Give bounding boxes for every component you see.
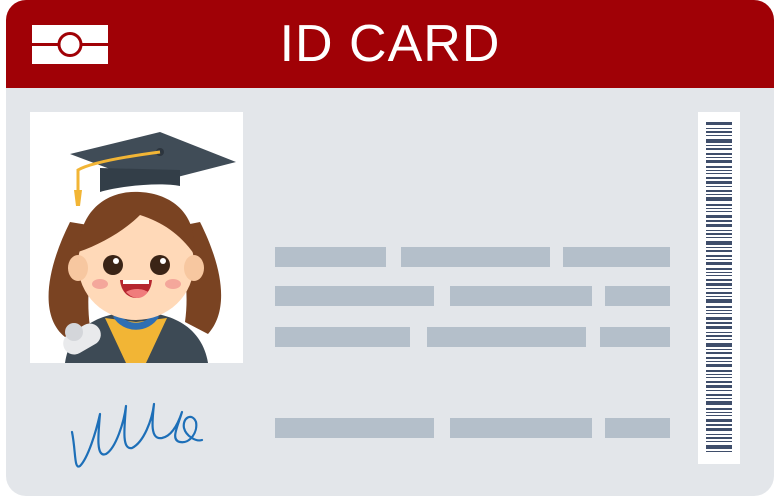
info-row-4-field-2 bbox=[450, 418, 592, 438]
barcode-stripe bbox=[706, 215, 732, 218]
barcode-stripe bbox=[706, 145, 732, 146]
profile-photo bbox=[30, 112, 243, 363]
barcode-stripe bbox=[706, 224, 732, 227]
barcode-stripe bbox=[706, 401, 732, 405]
card-header: ID CARD bbox=[6, 0, 774, 88]
info-row-3-field-3 bbox=[600, 327, 670, 347]
info-row-1-field-2 bbox=[401, 247, 550, 267]
barcode-stripe bbox=[706, 424, 732, 426]
barcode-stripe bbox=[706, 122, 732, 125]
barcode-stripe bbox=[706, 343, 732, 347]
barcode-stripe bbox=[706, 296, 732, 297]
barcode-stripe bbox=[706, 259, 732, 260]
barcode-stripe bbox=[706, 128, 732, 129]
signature-scribble bbox=[70, 402, 204, 468]
barcode-stripe bbox=[706, 441, 732, 442]
barcode-stripe bbox=[706, 437, 732, 439]
barcode-stripe bbox=[706, 208, 732, 209]
barcode-stripe bbox=[706, 326, 732, 329]
barcode-stripe bbox=[706, 186, 732, 187]
barcode-stripe bbox=[706, 364, 732, 367]
barcode-stripe bbox=[706, 131, 732, 133]
barcode-stripe bbox=[706, 279, 732, 281]
barcode bbox=[698, 112, 740, 464]
barcode-stripe bbox=[706, 177, 732, 179]
barcode-stripe bbox=[706, 332, 732, 333]
info-row-2-field-1 bbox=[275, 286, 434, 306]
barcode-stripe bbox=[706, 170, 732, 171]
barcode-stripe bbox=[706, 190, 732, 192]
barcode-stripe bbox=[706, 313, 732, 314]
barcode-stripe bbox=[706, 148, 732, 150]
barcode-stripe bbox=[706, 374, 732, 375]
barcode-stripe bbox=[706, 255, 732, 257]
barcode-stripe bbox=[706, 419, 732, 422]
barcode-stripe bbox=[706, 322, 732, 324]
card-title: ID CARD bbox=[279, 15, 501, 73]
info-row-2-field-2 bbox=[450, 286, 592, 306]
info-row-3-field-1 bbox=[275, 327, 410, 347]
barcode-stripe bbox=[706, 153, 732, 155]
barcode-stripe bbox=[706, 390, 732, 391]
barcode-stripe bbox=[706, 272, 732, 273]
barcode-stripe bbox=[706, 230, 732, 231]
barcode-stripe bbox=[706, 220, 732, 222]
barcode-stripe bbox=[706, 194, 732, 195]
graduate-portrait bbox=[48, 132, 236, 363]
barcode-stripe bbox=[706, 335, 732, 337]
info-row-3-field-2 bbox=[427, 327, 586, 347]
barcode-stripe bbox=[706, 173, 732, 174]
barcode-stripe bbox=[706, 157, 732, 158]
info-row-4-field-1 bbox=[275, 418, 434, 438]
barcode-stripe bbox=[706, 370, 732, 372]
barcode-stripe bbox=[706, 275, 732, 276]
barcode-stripe bbox=[706, 268, 732, 270]
barcode-stripe bbox=[706, 415, 732, 416]
info-row-2-field-3 bbox=[605, 286, 670, 306]
barcode-stripe bbox=[706, 306, 732, 308]
barcode-stripe bbox=[706, 233, 732, 235]
barcode-stripe bbox=[706, 434, 732, 435]
barcode-stripe bbox=[706, 237, 732, 238]
barcode-stripe bbox=[706, 377, 732, 378]
barcode-stripe bbox=[706, 339, 732, 340]
barcode-stripe bbox=[706, 299, 732, 303]
barcode-stripe bbox=[706, 283, 732, 286]
barcode-stripe bbox=[706, 204, 732, 206]
barcode-stripe bbox=[706, 408, 732, 410]
barcode-stripe bbox=[706, 262, 732, 265]
barcode-stripe bbox=[706, 197, 732, 201]
barcode-stripe bbox=[706, 211, 732, 212]
info-row-4-field-3 bbox=[605, 418, 670, 438]
barcode-stripe bbox=[706, 352, 732, 354]
barcode-stripe bbox=[706, 412, 732, 413]
barcode-stripe bbox=[706, 160, 732, 163]
barcode-stripe bbox=[706, 250, 732, 252]
barcode-stripe bbox=[706, 241, 732, 245]
barcode-stripe bbox=[706, 451, 732, 452]
barcode-stripe bbox=[706, 292, 732, 294]
barcode-stripe bbox=[706, 445, 732, 449]
id-card: ID CARD bbox=[6, 0, 774, 496]
info-row-1-field-1 bbox=[275, 247, 386, 267]
barcode-stripe bbox=[706, 310, 732, 311]
barcode-stripe bbox=[706, 288, 732, 289]
barcode-stripe bbox=[706, 139, 732, 143]
barcode-stripe bbox=[706, 357, 732, 359]
barcode-stripe bbox=[706, 381, 732, 383]
barcode-stripe bbox=[706, 385, 732, 388]
barcode-stripe bbox=[706, 135, 732, 136]
barcode-stripe bbox=[706, 428, 732, 431]
barcode-stripe bbox=[706, 166, 732, 168]
info-row-1-field-3 bbox=[563, 247, 670, 267]
barcode-stripe bbox=[706, 181, 732, 184]
barcode-stripe bbox=[706, 247, 732, 248]
barcode-stripe bbox=[706, 398, 732, 399]
barcode-stripe bbox=[706, 317, 732, 320]
barcode-stripe bbox=[706, 349, 732, 350]
barcode-stripe bbox=[706, 394, 732, 396]
barcode-stripe bbox=[706, 361, 732, 362]
